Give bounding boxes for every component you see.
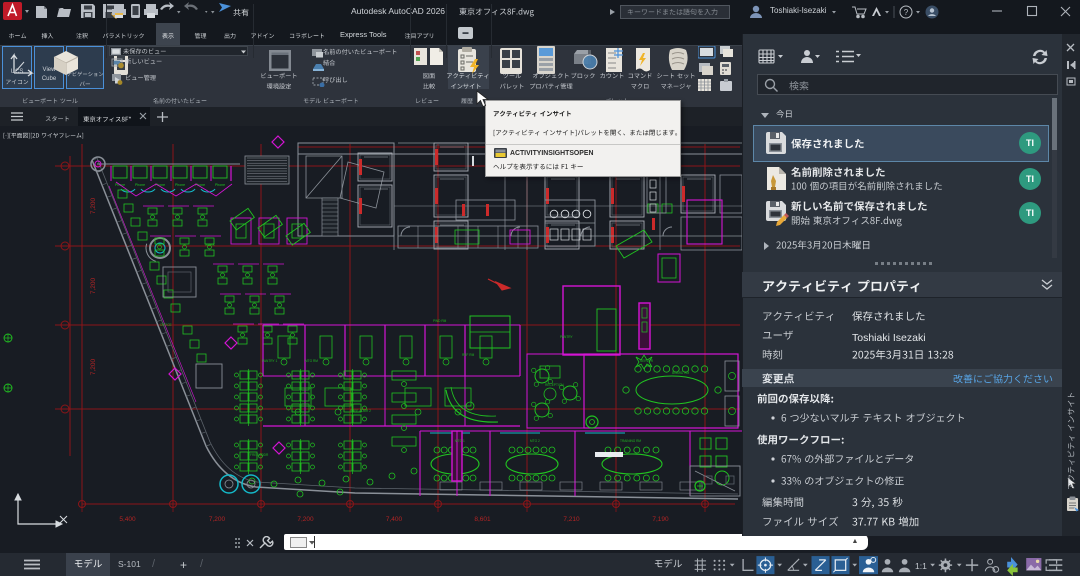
svg-text:MTG RM: MTG RM [305,359,318,363]
svg-text:MTG 1: MTG 1 [455,439,465,443]
svg-text:7,200: 7,200 [90,197,97,214]
svg-text:OFFICE: OFFICE [160,323,172,327]
svg-text:7,200: 7,200 [90,358,97,375]
svg-text:Phone: Phone [175,183,185,187]
svg-text:WORK: WORK [205,243,216,247]
svg-text:FREE ADDR: FREE ADDR [250,453,269,457]
svg-text:MTG 2: MTG 2 [530,439,540,443]
svg-text:8,601: 8,601 [474,516,491,523]
svg-text:Phone: Phone [135,183,145,187]
svg-text:PWD RM: PWD RM [433,319,447,323]
svg-text:7,200: 7,200 [209,516,226,523]
svg-text:7,200: 7,200 [297,516,314,523]
svg-text:7,210: 7,210 [563,516,580,523]
svg-text:BOARD RM: BOARD RM [672,371,690,375]
svg-text:7,200: 7,200 [90,277,97,294]
svg-text:REF RM: REF RM [462,353,475,357]
svg-text:?: ? [904,8,909,17]
svg-text:FREE ADDR 2: FREE ADDR 2 [350,409,371,413]
svg-text:SERVER: SERVER [640,359,654,363]
svg-text:TRAINING RM: TRAINING RM [620,439,641,443]
svg-text:1:1: 1:1 [915,561,927,571]
svg-text:Phone: Phone [215,183,225,187]
svg-text:PANTRY 1: PANTRY 1 [262,359,277,363]
svg-text:7,190: 7,190 [652,516,669,523]
svg-text:RECEPTION: RECEPTION [545,383,564,387]
svg-text:5,400: 5,400 [119,516,136,523]
svg-text:7,400: 7,400 [386,516,403,523]
svg-text:PANTRY: PANTRY [560,335,574,339]
